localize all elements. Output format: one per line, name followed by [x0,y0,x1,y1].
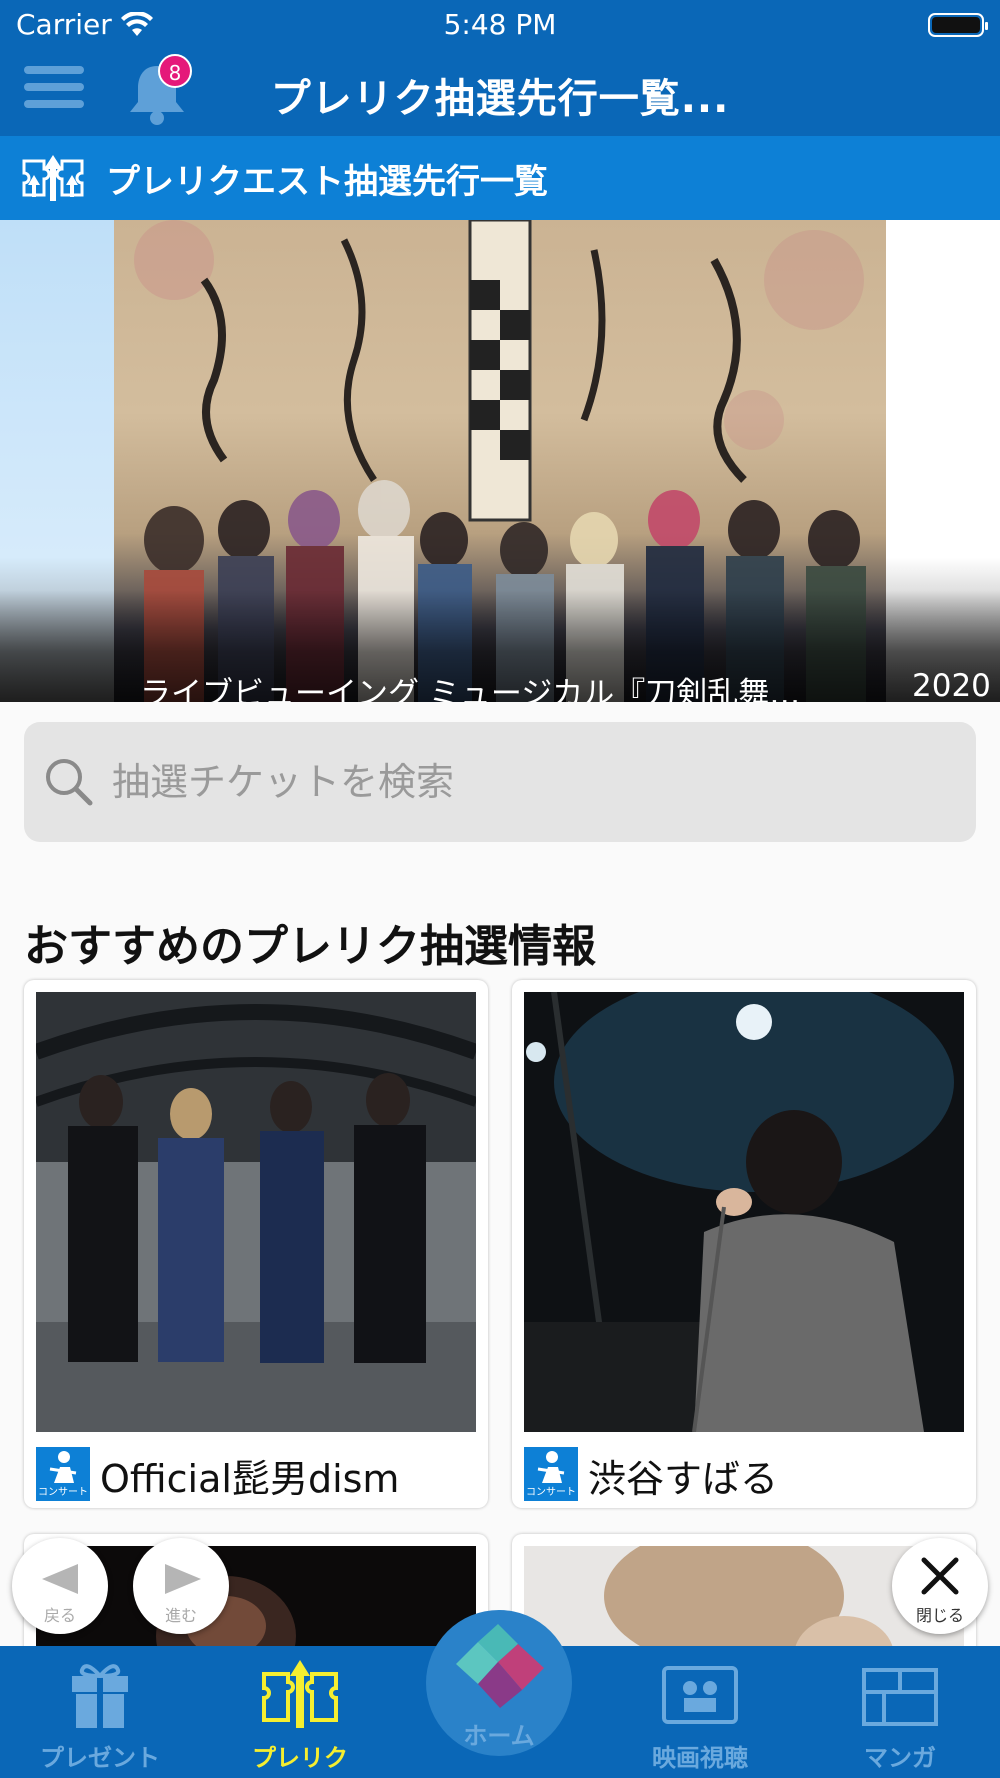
category-label: コンサート [38,1487,88,1498]
event-name: 渋谷すばる [588,1457,779,1501]
home-logo-icon [456,1624,544,1708]
featured-banner[interactable]: ライブビューイング ミュージカル『刀剣乱舞… 2020 [0,220,1000,702]
movie-icon [662,1666,738,1724]
close-label: 閉じる [915,1606,964,1625]
event-card[interactable]: コンサート Official髭男dism [24,980,488,1508]
tab-movie[interactable]: 映画視聴 [600,1646,800,1778]
tab-label: プレゼント [40,1744,160,1772]
section-header-title: プレリクエスト抽選先行一覧 [106,161,548,202]
clock: 5:48 PM [443,8,557,41]
search-icon [46,759,93,806]
tab-present[interactable]: プレゼント [0,1646,200,1778]
tab-label: 映画視聴 [652,1744,748,1772]
search-bar[interactable] [24,722,976,842]
close-icon [921,1557,959,1595]
prerequest-icon [22,155,84,201]
tab-home[interactable]: ホーム [426,1610,572,1756]
tab-prerequest[interactable]: プレリク [200,1646,400,1778]
tab-label: プレリク [252,1744,348,1772]
recommended-section-title: おすすめのプレリク抽選情報 [24,921,596,972]
event-name: Official髭男dism [100,1457,400,1501]
concert-category-icon: コンサート [524,1447,578,1501]
search-input[interactable] [112,760,912,804]
back-button[interactable]: 戻る [12,1538,108,1634]
close-button[interactable]: 閉じる [892,1538,988,1634]
event-photo [36,992,476,1432]
tab-label: マンガ [864,1744,936,1772]
event-card[interactable]: コンサート 渋谷すばる [512,980,976,1508]
battery-icon [928,13,988,37]
gift-icon [72,1664,128,1728]
concert-category-icon: コンサート [36,1447,90,1501]
back-arrow-icon [42,1564,78,1594]
banner-next-caption: 2020 [912,668,991,702]
forward-button[interactable]: 進む [133,1538,229,1634]
forward-arrow-icon [165,1564,201,1594]
section-header: プレリクエスト抽選先行一覧 [0,136,1000,220]
tab-manga[interactable]: マンガ [800,1646,1000,1778]
manga-icon [862,1668,938,1726]
status-bar: Carrier 5:48 PM [0,0,1000,48]
top-bar: Carrier 5:48 PM 8 プレリク抽選先行一覧... [0,0,1000,136]
banner-caption-bar: ライブビューイング ミュージカル『刀剣乱舞… 2020 [0,590,1000,702]
event-photo [524,992,964,1432]
tab-label: ホーム [463,1722,535,1750]
prerequest-icon [262,1660,338,1728]
page-title: プレリク抽選先行一覧... [270,76,730,122]
forward-label: 進む [164,1606,197,1625]
category-label: コンサート [526,1487,576,1498]
back-label: 戻る [43,1606,76,1625]
banner-caption: ライブビューイング ミュージカル『刀剣乱舞… [140,676,801,702]
